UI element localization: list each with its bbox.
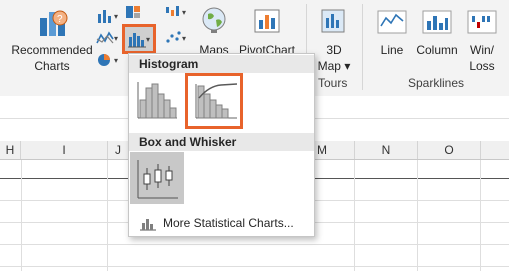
column-header[interactable]: I: [21, 141, 108, 159]
sparkline-line-icon: [377, 10, 407, 34]
pareto-highlight: [185, 73, 243, 129]
box-whisker-icon: [137, 160, 178, 199]
3d-map-icon: [321, 9, 345, 33]
sparklines-group-label: Sparklines: [408, 76, 465, 90]
more-statistical-charts-link[interactable]: More Statistical Charts...: [137, 214, 307, 232]
column-header[interactable]: O: [418, 141, 481, 159]
globe-icon: [202, 7, 226, 33]
hierarchy-chart-icon: [126, 6, 140, 18]
recommended-charts-label-2: Charts: [34, 59, 70, 73]
tours-group-label: Tours: [318, 76, 348, 90]
column-border: [21, 160, 22, 271]
sparkline-column-button[interactable]: Column: [414, 4, 460, 60]
scatter-chart-icon: [166, 31, 181, 43]
column-chart-button[interactable]: ▾: [96, 8, 118, 26]
line-chart-button[interactable]: ▾: [96, 30, 118, 48]
column-border: [417, 160, 418, 271]
scatter-chart-button[interactable]: ▾: [164, 30, 188, 48]
waterfall-chart-button[interactable]: ▾: [164, 4, 188, 22]
column-border: [480, 160, 481, 271]
recommended-charts-button[interactable]: ? Recommended Charts: [8, 4, 96, 76]
pie-chart-button[interactable]: ▾: [96, 52, 118, 70]
pivotchart-button[interactable]: PivotChart: [236, 4, 298, 60]
sparkline-line-button[interactable]: Line: [372, 4, 412, 60]
sparkline-line-label: Line: [380, 43, 404, 57]
box-whisker-option[interactable]: [130, 152, 184, 204]
recommended-charts-icon: ?: [40, 10, 68, 36]
more-statistical-charts-label: More Statistical Charts...: [163, 216, 294, 230]
column-chart-icon: [98, 10, 111, 23]
sparkline-winloss-button[interactable]: Win/ Loss: [462, 4, 502, 76]
histogram-section-header: Histogram: [129, 55, 314, 73]
maps-button[interactable]: Maps: [196, 4, 232, 60]
row-border: [0, 244, 509, 245]
more-charts-icon: [140, 219, 156, 231]
column-header[interactable]: H: [0, 141, 21, 159]
sparkline-winloss-label: Win/: [470, 43, 494, 57]
recommended-charts-label: Recommended: [11, 43, 93, 57]
column-border: [107, 160, 108, 271]
box-whisker-section-header: Box and Whisker: [129, 133, 314, 151]
column-border: [354, 160, 355, 271]
3d-map-label-2: Map ▾: [317, 59, 351, 73]
group-separator: [362, 4, 363, 90]
waterfall-chart-icon: [166, 6, 179, 16]
column-header[interactable]: J: [108, 141, 129, 159]
pie-chart-icon: [98, 54, 110, 66]
3d-map-label: 3D: [326, 43, 342, 57]
column-header[interactable]: N: [355, 141, 418, 159]
sparkline-winloss-label-2: Loss: [469, 59, 495, 73]
sparkline-winloss-icon: [467, 10, 497, 34]
line-chart-icon: [96, 31, 114, 44]
svg-text:?: ?: [57, 14, 63, 25]
histogram-option[interactable]: [135, 78, 179, 122]
pivotchart-icon: [254, 9, 280, 33]
sparkline-column-label: Column: [416, 43, 458, 57]
row-border: [0, 266, 509, 267]
sparkline-column-icon: [422, 10, 452, 34]
3d-map-button[interactable]: 3D Map ▾: [312, 4, 356, 74]
statistic-chart-highlight: [122, 24, 156, 54]
statistic-chart-dropdown: Histogram Box and Whisker More Statistic…: [128, 53, 315, 237]
histogram-icon: [137, 82, 177, 119]
hierarchy-chart-button[interactable]: [124, 4, 154, 22]
